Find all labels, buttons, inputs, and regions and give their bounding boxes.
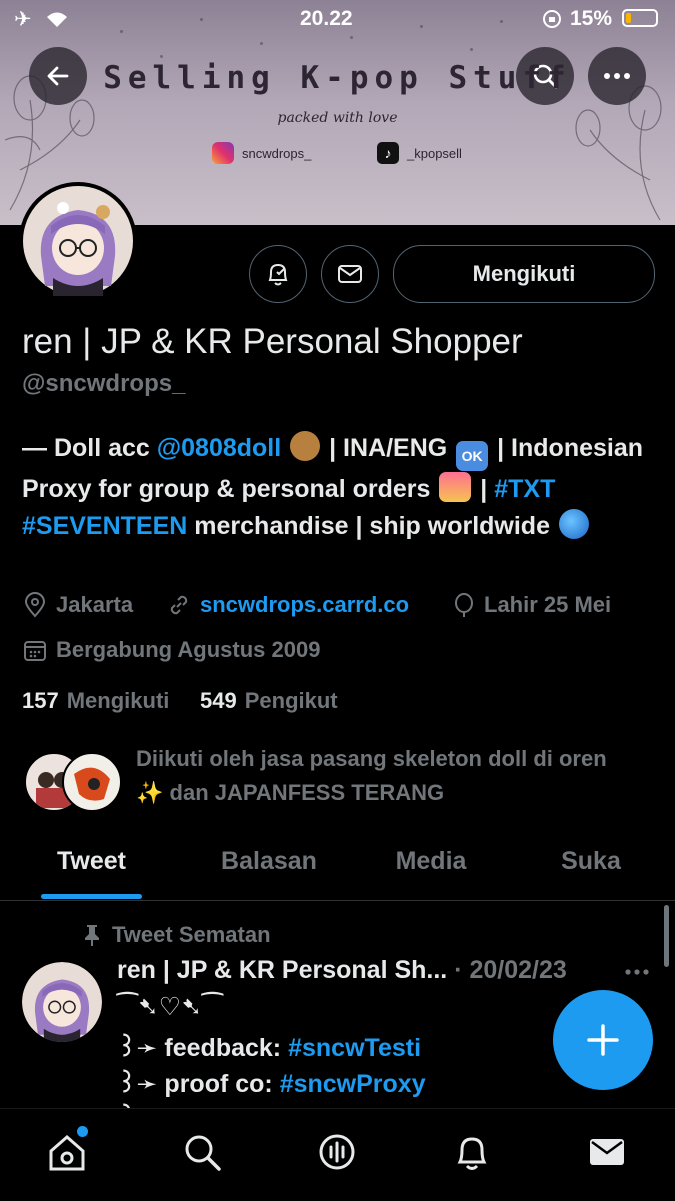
location-text: Jakarta <box>56 592 134 617</box>
tweet-author-avatar[interactable] <box>22 962 102 1042</box>
banner-tiktok: ♪ _kpopsell <box>377 142 462 164</box>
tweet-more-icon[interactable] <box>624 968 650 976</box>
home-unread-dot <box>77 1126 88 1137</box>
scrollbar[interactable] <box>664 905 669 967</box>
messages-icon <box>590 1139 624 1165</box>
nav-spaces[interactable] <box>307 1122 367 1182</box>
pin-icon <box>85 925 99 946</box>
nav-messages[interactable] <box>577 1122 637 1182</box>
shopping-bags-icon <box>439 472 472 502</box>
followers-label: Pengikut <box>244 688 338 713</box>
globe-icon <box>558 509 589 539</box>
banner-instagram: sncwdrops_ <box>212 142 311 164</box>
follower-avatar-2[interactable] <box>62 752 122 812</box>
hashtag-sncwtesti-link[interactable]: #sncwTesti <box>288 1034 421 1062</box>
notifications-toggle-button[interactable] <box>249 245 307 303</box>
location-icon <box>24 592 46 618</box>
tweet-line: ⁀➷♡➷⁀ <box>117 993 223 1021</box>
status-time: 20.22 <box>300 7 353 30</box>
instagram-handle: sncwdrops_ <box>242 145 312 161</box>
followed-by-text[interactable]: Diikuti oleh jasa pasang skeleton doll d… <box>136 742 656 810</box>
instagram-icon <box>212 142 234 164</box>
banner-subtitle: packed with love <box>277 110 398 126</box>
user-handle: @sncwdrops_ <box>22 370 186 397</box>
following-count: 157 <box>22 688 59 713</box>
tweet-line-text: ꒱➛ proof co: <box>117 1070 280 1098</box>
active-tab-indicator <box>41 894 142 899</box>
pinned-label-text: Tweet Sematan <box>112 922 271 947</box>
link-icon <box>170 595 188 615</box>
profile-avatar[interactable] <box>19 182 137 300</box>
profile-birthday: Lahir 25 Mei <box>452 592 611 618</box>
tab-media[interactable]: Media <box>355 842 507 900</box>
followed-by-line: dan JAPANFESS TERANG <box>169 780 445 805</box>
avatar-image <box>23 186 133 296</box>
bio-text: — Doll acc <box>22 434 157 462</box>
tab-tweet[interactable]: Tweet <box>0 842 183 900</box>
followers-count: 549 <box>200 688 237 713</box>
calendar-icon <box>24 641 46 661</box>
notification-bell-icon <box>268 263 288 286</box>
bio-mention-link[interactable]: @0808doll <box>157 434 281 462</box>
tiktok-icon: ♪ <box>377 142 399 164</box>
tweet-line: ꒱➛ feedback: #sncwTesti <box>117 1030 421 1063</box>
spaces-icon <box>319 1134 355 1170</box>
ok-emoji-icon: OK <box>456 441 489 471</box>
battery-percent: 15% <box>570 7 613 30</box>
orientation-lock-icon <box>543 10 561 28</box>
joined-text: Bergabung Agustus 2009 <box>56 637 321 662</box>
birthday-text: Lahir 25 Mei <box>484 592 612 617</box>
nav-explore[interactable] <box>172 1122 232 1182</box>
explore-icon <box>185 1135 221 1171</box>
following-label: Mengikuti <box>66 688 170 713</box>
tweet-line-clipped: ꒱➛ jastip tiket: #sncwJastik <box>117 1100 451 1108</box>
home-icon <box>49 1135 85 1171</box>
following-count-link[interactable]: 157 Mengikuti <box>22 688 169 714</box>
tweet-author-name[interactable]: ren | JP & KR Personal Sh... <box>117 956 447 984</box>
hashtag-seventeen-link[interactable]: #SEVENTEEN <box>22 512 187 540</box>
profile-website[interactable]: sncwdrops.carrd.co <box>166 592 409 618</box>
compose-tweet-button[interactable] <box>553 990 653 1090</box>
nav-home[interactable] <box>37 1122 97 1182</box>
tweet-line: ꒱➛ proof co: #sncwProxy <box>117 1066 426 1099</box>
follower-avatar-image <box>74 767 110 801</box>
bio-text: | <box>473 475 495 503</box>
hashtag-sncwproxy-link[interactable]: #sncwProxy <box>280 1070 426 1098</box>
tab-balasan[interactable]: Balasan <box>183 842 355 900</box>
following-button[interactable]: Mengikuti <box>393 245 655 303</box>
tweet-line-text: ꒱➛ feedback: <box>117 1034 289 1062</box>
profile-bio: — Doll acc @0808doll | INA/ENG OK | Indo… <box>22 430 652 545</box>
tabs-divider <box>0 900 675 901</box>
followed-by-line: Diikuti oleh jasa pasang skeleton doll d… <box>136 746 607 771</box>
nav-notifications[interactable] <box>442 1122 502 1182</box>
airplane-mode-icon: ✈ <box>14 8 32 31</box>
compose-icon <box>587 1024 619 1056</box>
mail-icon <box>338 265 362 283</box>
tweet-header: ren | JP & KR Personal Sh... · 20/02/23 <box>117 956 567 985</box>
hashtag-txt-link[interactable]: #TXT <box>494 475 555 503</box>
tiktok-handle: _kpopsell <box>407 145 462 161</box>
followers-count-link[interactable]: 549 Pengikut <box>200 688 338 714</box>
notifications-icon <box>457 1137 487 1170</box>
tab-suka[interactable]: Suka <box>507 842 675 900</box>
bio-text: merchandise | ship worldwide <box>187 512 557 540</box>
website-link[interactable]: sncwdrops.carrd.co <box>200 592 409 618</box>
profile-joined: Bergabung Agustus 2009 <box>22 637 320 663</box>
pinned-tweet-label: Tweet Sematan <box>82 922 271 948</box>
display-name: ren | JP & KR Personal Shopper <box>22 322 523 361</box>
message-button[interactable] <box>321 245 379 303</box>
sparkles-icon: ✨ <box>136 780 164 805</box>
banner-title: Selling K-pop Stuff <box>103 60 572 96</box>
profile-location: Jakarta <box>22 592 133 618</box>
wifi-icon <box>47 12 67 27</box>
birthday-icon <box>455 593 473 617</box>
teddy-bear-icon <box>290 431 321 461</box>
avatar-image <box>22 962 102 1042</box>
tweet-date[interactable]: · 20/02/23 <box>454 956 567 984</box>
battery-icon <box>622 9 658 27</box>
bio-text: | INA/ENG <box>322 434 455 462</box>
